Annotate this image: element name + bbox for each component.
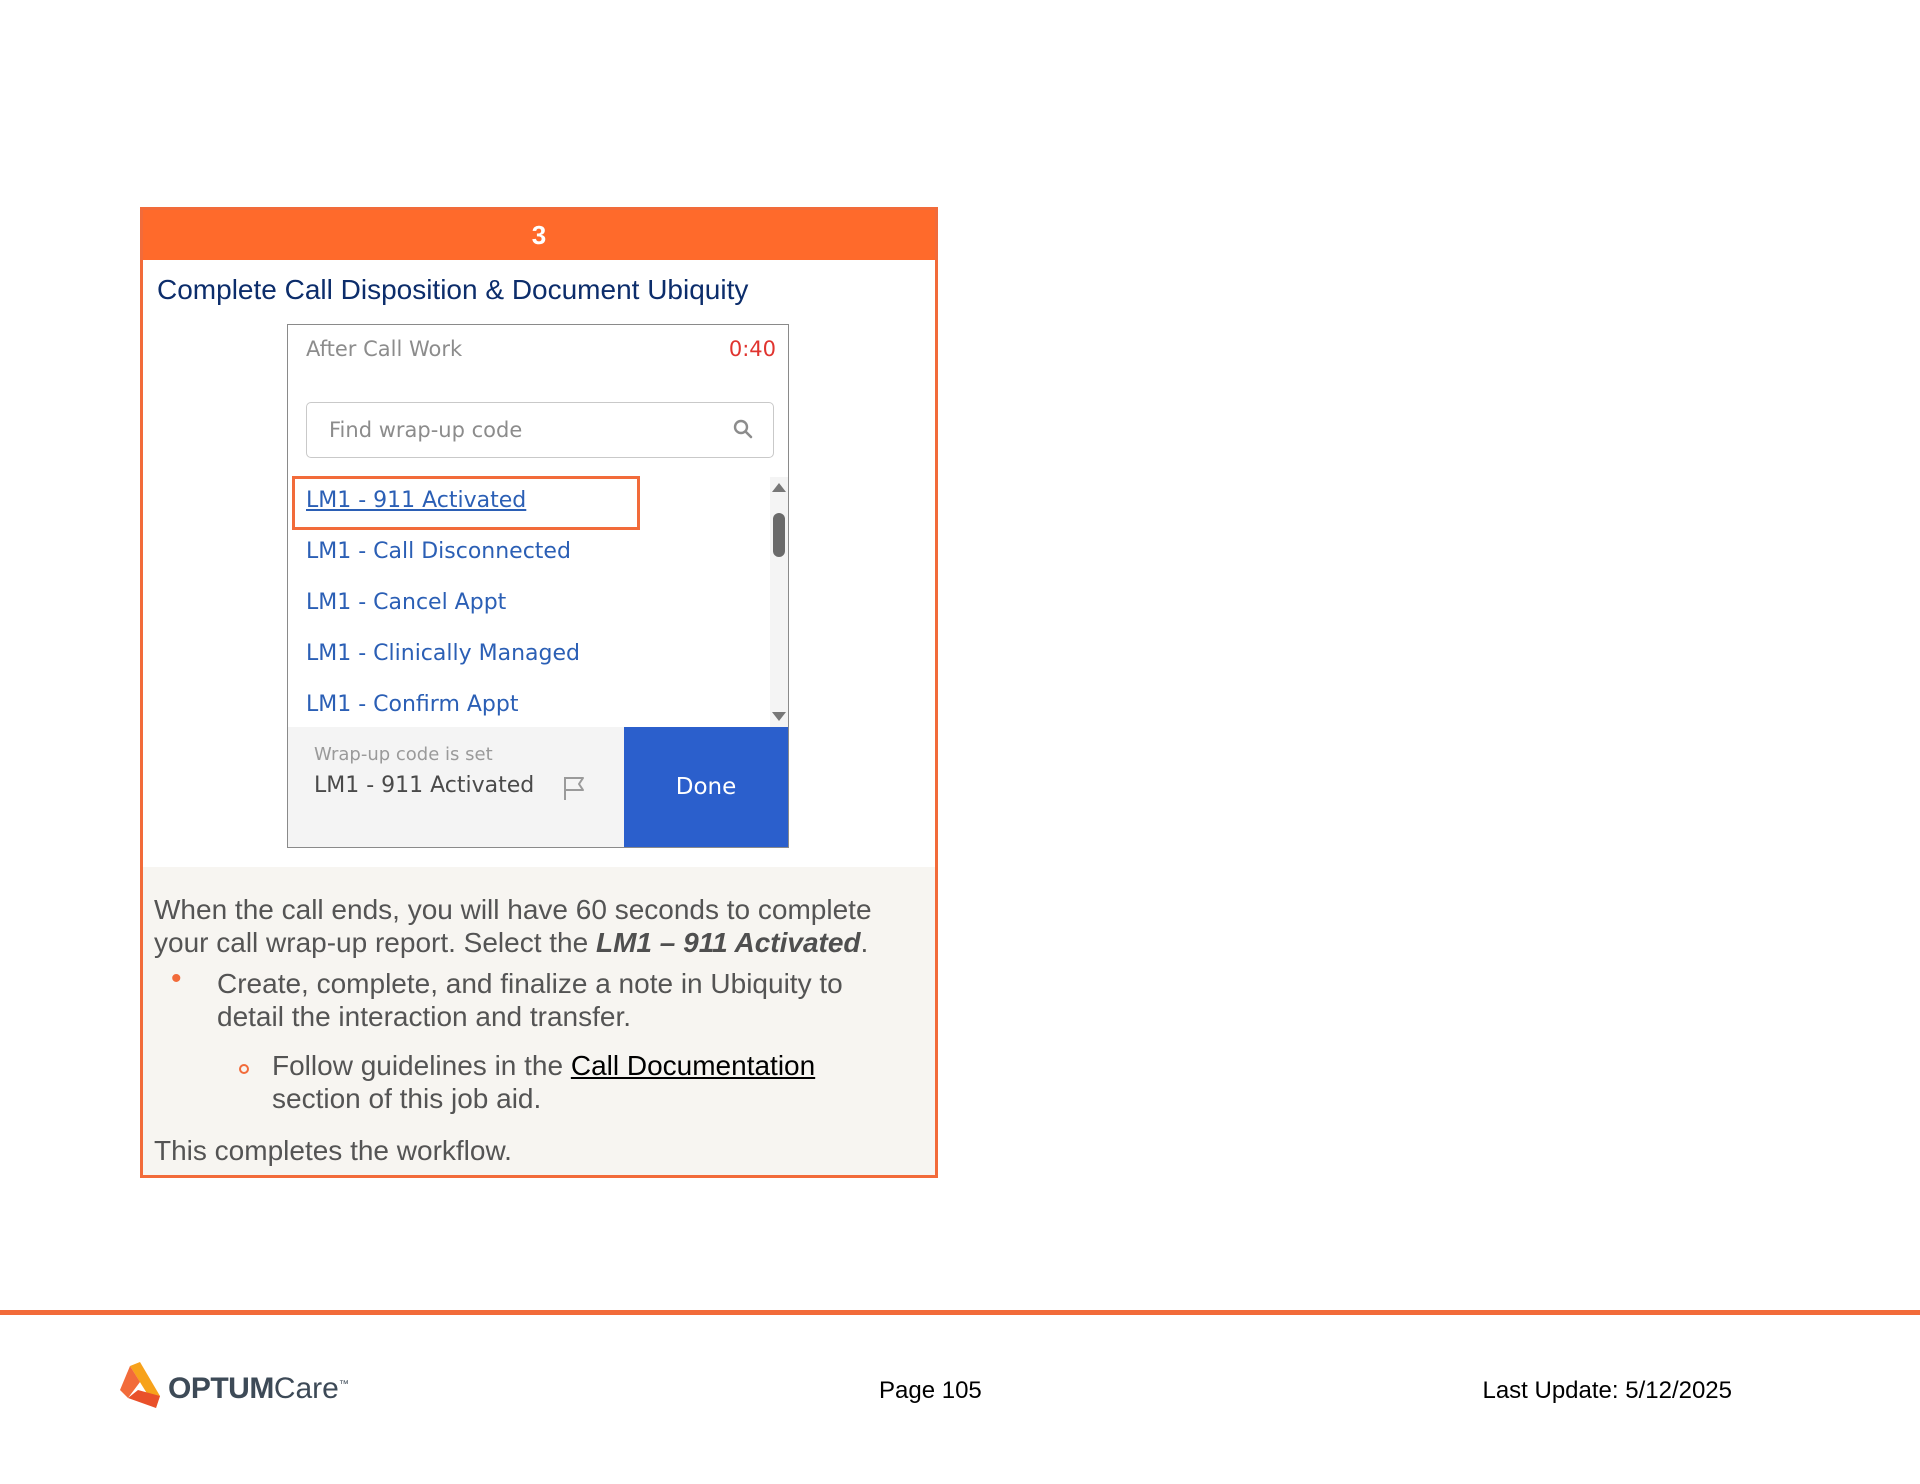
optum-logo-icon: [120, 1362, 160, 1408]
intro-end: .: [860, 927, 869, 958]
panel-title: After Call Work: [306, 337, 463, 361]
wrap-up-search[interactable]: [306, 402, 774, 458]
bullet-circle-icon: [239, 1064, 249, 1074]
code-item-cancel-appt[interactable]: LM1 - Cancel Appt: [306, 590, 506, 615]
sub-bullet-pre: Follow guidelines in the: [272, 1050, 571, 1081]
bullet-dot-icon: •: [171, 962, 182, 995]
step-instructions: When the call ends, you will have 60 sec…: [143, 867, 935, 1175]
scroll-up-icon[interactable]: [772, 483, 786, 492]
countdown-timer: 0:40: [728, 337, 776, 361]
intro-bold-code: LM1 – 911 Activated: [595, 927, 861, 958]
bullet-item-note: Create, complete, and finalize a note in…: [217, 968, 843, 1032]
call-documentation-link[interactable]: Call Documentation: [571, 1050, 815, 1081]
optum-care-logo: OPTUMCare™: [116, 1362, 356, 1422]
code-item-clinically-managed[interactable]: LM1 - Clinically Managed: [306, 641, 580, 666]
sub-bullet-post: section of this job aid.: [272, 1083, 542, 1114]
list-scrollbar[interactable]: [770, 477, 788, 727]
step-title: Complete Call Disposition & Document Ubi…: [157, 274, 749, 305]
wrap-up-search-input[interactable]: [327, 414, 711, 446]
scroll-thumb[interactable]: [773, 513, 785, 557]
after-call-work-panel: After Call Work 0:40 LM1 - 911 Activated…: [287, 324, 789, 848]
selection-highlight-box: [292, 476, 640, 530]
selected-wrap-up-code: LM1 - 911 Activated: [314, 773, 535, 798]
logo-optum: OPTUM: [168, 1372, 274, 1405]
footer-divider: [0, 1310, 1920, 1315]
sub-bullet-item-guidelines: Follow guidelines in the Call Documentat…: [272, 1049, 892, 1115]
step-card: 3 Complete Call Disposition & Document U…: [140, 207, 938, 1178]
wrap-up-status-bar: Wrap-up code is set LM1 - 911 Activated …: [288, 727, 788, 847]
intro-paragraph: When the call ends, you will have 60 sec…: [154, 893, 924, 959]
logo-care: Care: [273, 1372, 339, 1405]
done-button[interactable]: Done: [624, 727, 788, 847]
flag-icon[interactable]: [562, 775, 586, 801]
code-item-call-disconnected[interactable]: LM1 - Call Disconnected: [306, 539, 571, 564]
code-item-confirm-appt[interactable]: LM1 - Confirm Appt: [306, 692, 518, 717]
logo-trademark: ™: [338, 1379, 349, 1390]
logo-wordmark: OPTUMCare™: [168, 1372, 349, 1406]
last-update-date: Last Update: 5/12/2025: [1482, 1377, 1732, 1404]
page-number: Page 105: [879, 1377, 982, 1404]
scroll-down-icon[interactable]: [772, 712, 786, 721]
step-number-header: 3: [143, 210, 935, 260]
search-icon[interactable]: [731, 417, 755, 441]
closing-text: This completes the workflow.: [154, 1135, 512, 1166]
wrap-up-status-caption: Wrap-up code is set: [314, 744, 493, 765]
